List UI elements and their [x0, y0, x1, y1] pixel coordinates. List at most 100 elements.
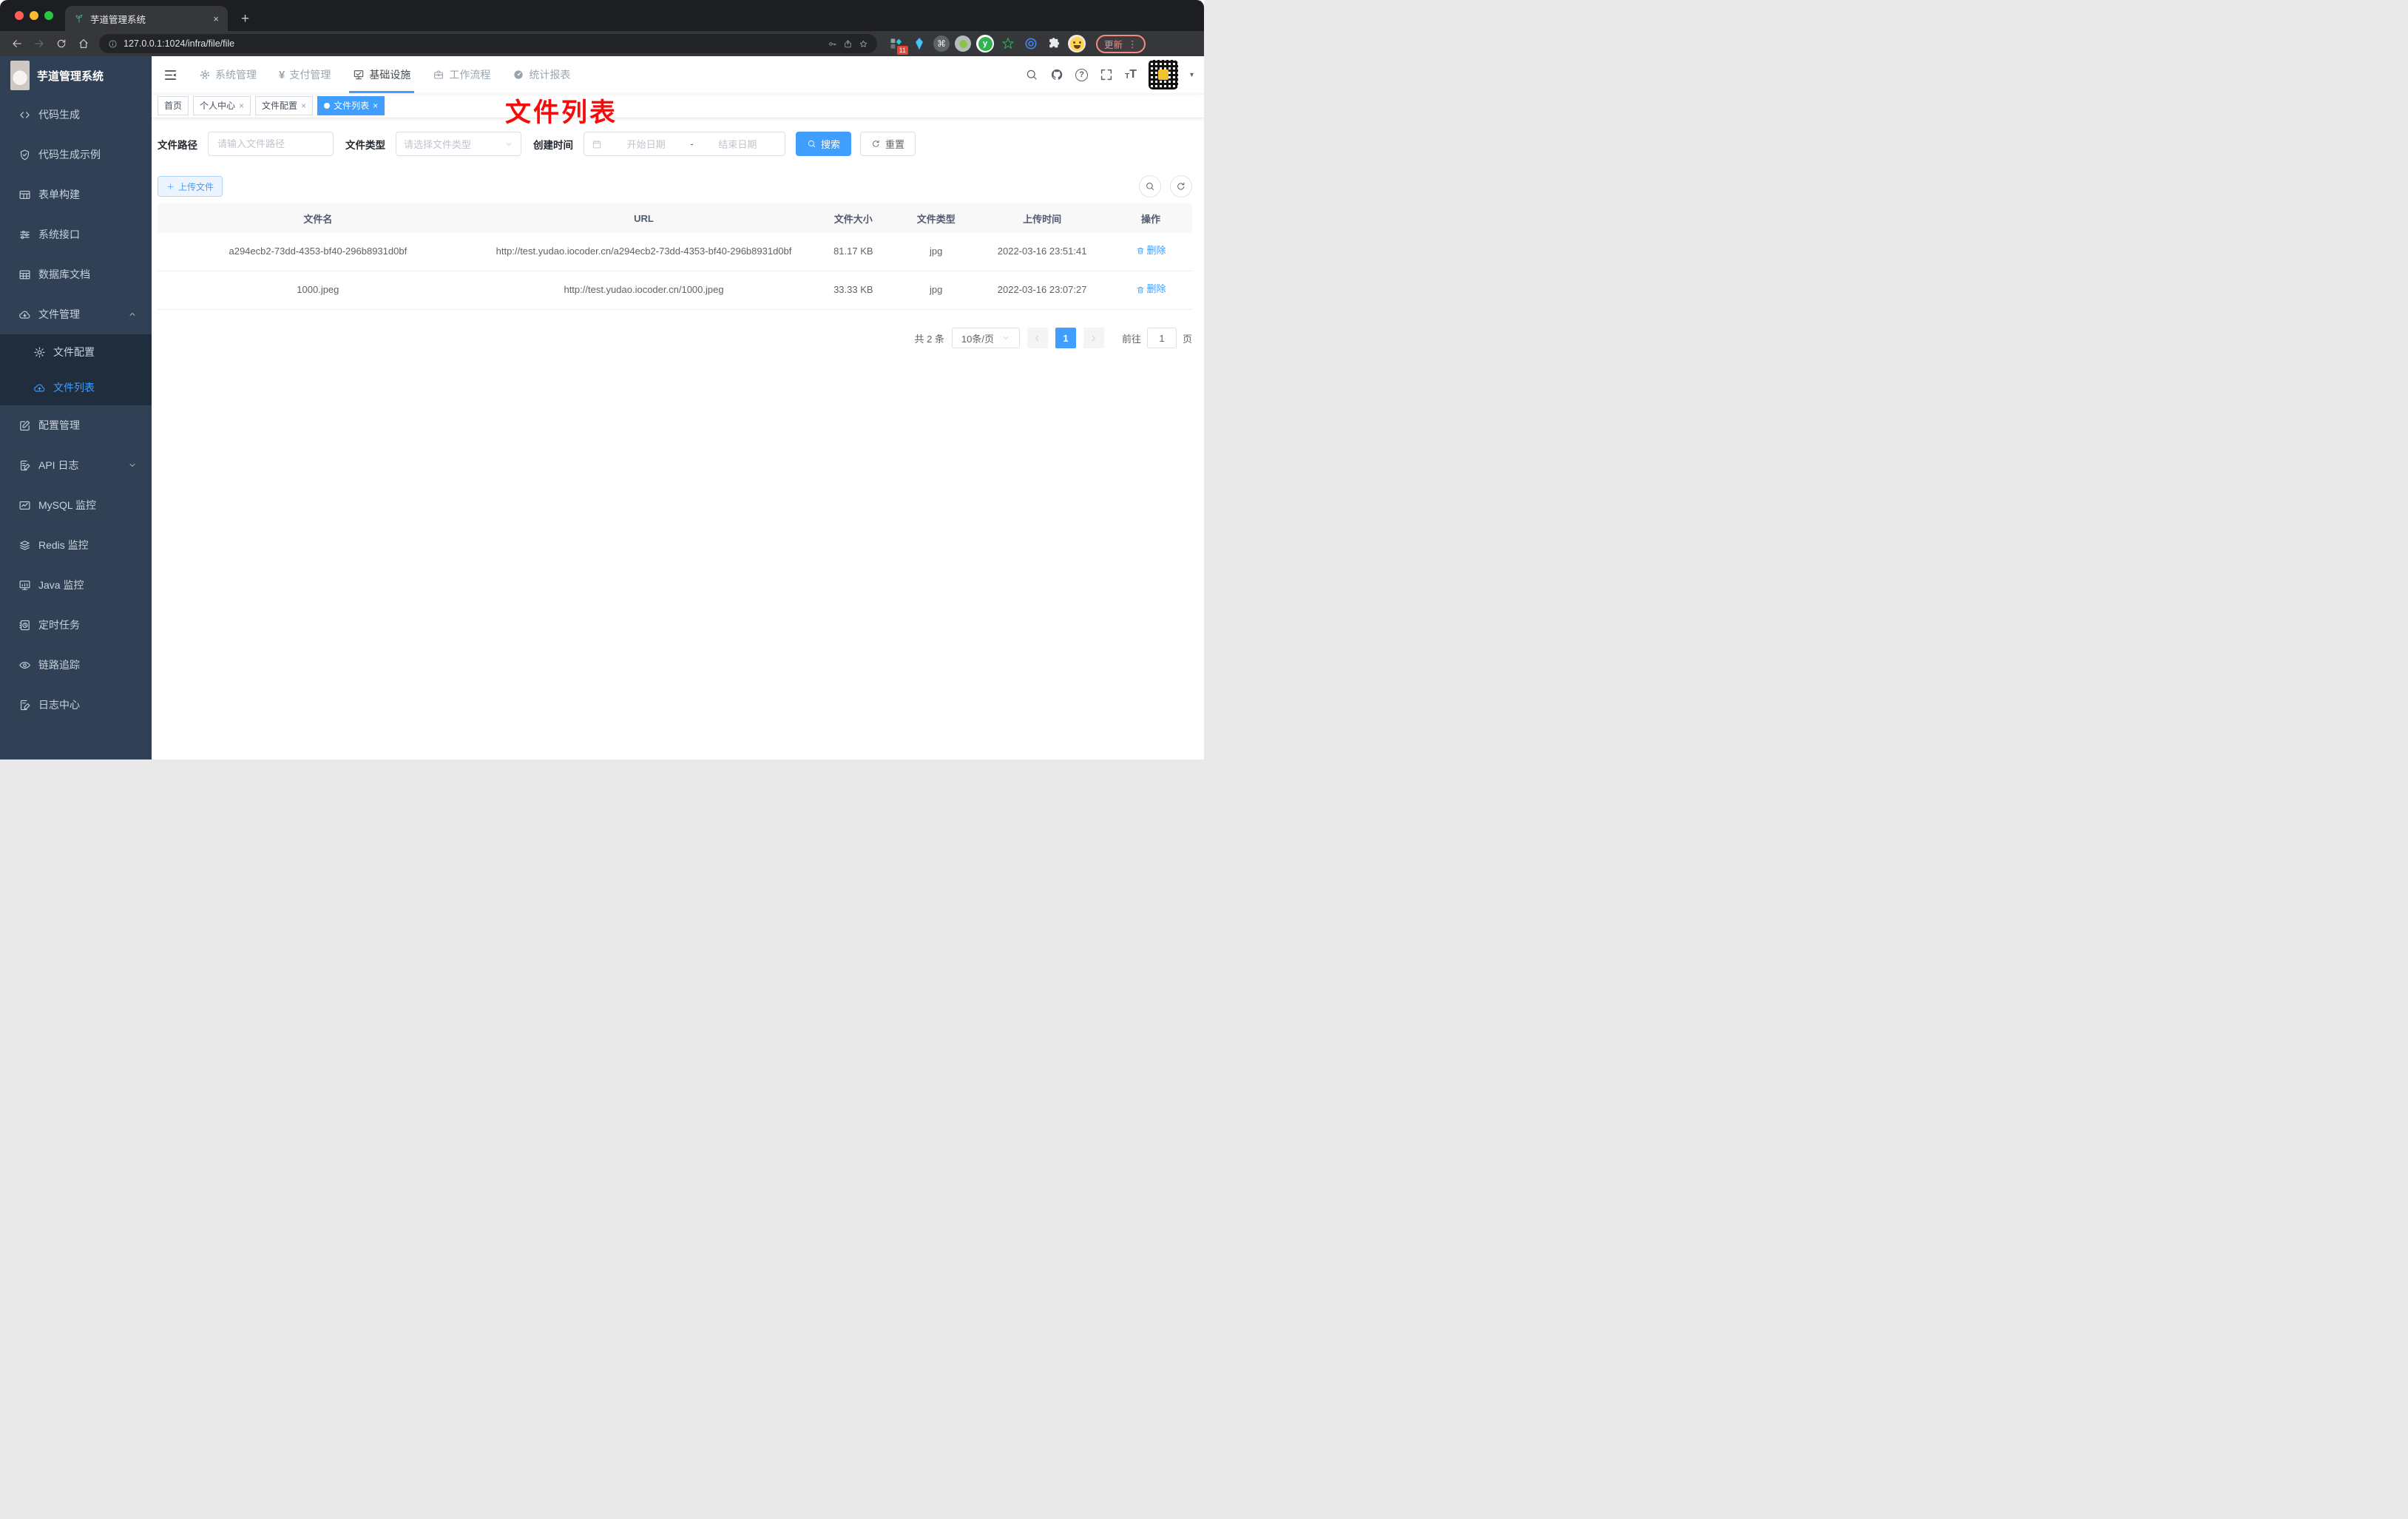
delete-link[interactable]: 删除 [1136, 281, 1166, 298]
new-tab-button[interactable]: + [241, 12, 249, 27]
sidebar-item-scheduled-tasks[interactable]: 定时任务 [0, 605, 152, 645]
zoom-window-button[interactable] [44, 11, 53, 20]
sidebar-item-log-center[interactable]: 日志中心 [0, 685, 152, 725]
sidebar-item-file-management[interactable]: 文件管理 [0, 294, 152, 334]
password-key-icon[interactable] [828, 39, 837, 49]
url-bar[interactable]: 127.0.0.1:1024/infra/file/file [99, 34, 877, 53]
reset-button[interactable]: 重置 [860, 132, 916, 156]
table-row: 1000.jpeg http://test.yudao.iocoder.cn/1… [158, 271, 1192, 311]
home-icon[interactable] [74, 34, 93, 53]
site-info-icon[interactable] [108, 39, 118, 49]
command-extension-icon[interactable]: ⌘ [933, 35, 950, 52]
cell-upload-time: 2022-03-16 23:07:27 [975, 271, 1110, 311]
upload-file-button[interactable]: 上传文件 [158, 176, 223, 197]
start-date-input[interactable]: 开始日期 [606, 137, 686, 151]
page-size-select[interactable]: 10条/页 [951, 328, 1020, 349]
sidebar-item-mysql-monitor[interactable]: MySQL 监控 [0, 485, 152, 525]
tag-close-icon[interactable]: × [239, 101, 244, 111]
refresh-table-button[interactable] [1170, 175, 1192, 197]
app-logo[interactable]: 芋道管理系统 [0, 56, 152, 95]
delete-link[interactable]: 删除 [1136, 243, 1166, 260]
filter-row: 文件路径 文件类型 请选择文件类型 创建时间 开始日期 - 结束日期 [158, 132, 1192, 156]
puzzle-extensions-menu-icon[interactable] [1045, 35, 1063, 53]
bookmark-star-icon[interactable] [859, 39, 868, 49]
sidebar-item-code-gen[interactable]: 代码生成 [0, 95, 152, 135]
share-icon[interactable] [843, 39, 853, 49]
col-url: URL [478, 203, 810, 233]
back-icon[interactable] [7, 34, 27, 53]
top-nav-system[interactable]: 系统管理 [188, 56, 268, 93]
sidebar-item-api-log[interactable]: API 日志 [0, 445, 152, 485]
file-management-submenu: 文件配置 文件列表 [0, 334, 152, 405]
prev-page-button[interactable] [1027, 328, 1048, 349]
sidebar-item-tracing[interactable]: 链路追踪 [0, 645, 152, 685]
goto-page-input[interactable] [1146, 328, 1177, 349]
cloud-upload-icon [33, 382, 46, 394]
tag-profile[interactable]: 个人中心 × [193, 95, 251, 115]
chevron-right-icon [1092, 335, 1096, 341]
tag-close-icon[interactable]: × [373, 101, 378, 111]
tag-file-config[interactable]: 文件配置 × [255, 95, 314, 115]
url-text[interactable]: 127.0.0.1:1024/infra/file/file [124, 38, 822, 49]
sidebar-item-config-management[interactable]: 配置管理 [0, 405, 152, 445]
sidebar-item-java-monitor[interactable]: Java 监控 [0, 565, 152, 605]
sidebar-item-code-gen-demo[interactable]: 代码生成示例 [0, 135, 152, 175]
font-size-icon[interactable]: TT [1125, 69, 1137, 81]
minimize-window-button[interactable] [30, 11, 38, 20]
tag-close-icon[interactable]: × [301, 101, 306, 111]
gem-extension-icon[interactable] [910, 35, 928, 53]
cell-url: http://test.yudao.iocoder.cn/a294ecb2-73… [478, 233, 810, 272]
emoji-profile-icon[interactable] [1068, 35, 1086, 53]
file-type-select[interactable]: 请选择文件类型 [396, 132, 521, 156]
tag-file-list[interactable]: 文件列表 × [317, 95, 385, 115]
search-icon[interactable] [1025, 68, 1038, 81]
github-icon[interactable] [1050, 68, 1063, 81]
infra-monitor-icon [354, 70, 364, 80]
close-window-button[interactable] [15, 11, 24, 20]
help-icon[interactable]: ? [1075, 68, 1089, 81]
yen-icon: ¥ [279, 69, 285, 81]
forward-icon[interactable] [30, 34, 49, 53]
fullscreen-icon[interactable] [1100, 68, 1113, 81]
avatar[interactable] [1148, 60, 1178, 89]
next-page-button[interactable] [1083, 328, 1104, 349]
top-nav-reports[interactable]: 统计报表 [501, 56, 581, 93]
sidebar-item-file-config[interactable]: 文件配置 [0, 334, 152, 370]
create-time-label: 创建时间 [533, 139, 573, 151]
top-nav-workflow[interactable]: 工作流程 [422, 56, 501, 93]
target-extension-icon[interactable] [1022, 35, 1040, 53]
file-path-input[interactable] [208, 132, 334, 156]
browser-tab[interactable]: 芋道管理系统 × [65, 6, 228, 31]
page-number-1[interactable]: 1 [1055, 328, 1076, 349]
trash-icon [1137, 248, 1143, 254]
show-search-toggle-button[interactable] [1139, 175, 1161, 197]
reload-icon[interactable] [52, 34, 71, 53]
sidebar-collapse-icon[interactable] [163, 68, 177, 82]
dot-extension-icon[interactable] [955, 35, 971, 52]
tag-home[interactable]: 首页 [158, 95, 189, 115]
file-path-input-field[interactable] [217, 138, 324, 149]
window-controls [15, 11, 53, 20]
search-button-icon [808, 141, 816, 148]
select-caret-icon [1003, 336, 1009, 340]
sidebar-item-redis-monitor[interactable]: Redis 监控 [0, 525, 152, 565]
browser-menu-dots-icon[interactable]: ⋮ [1128, 38, 1137, 50]
tiles-extension-icon[interactable]: 11 [887, 35, 908, 55]
top-nav-infrastructure[interactable]: 基础设施 [342, 56, 422, 93]
tab-title: 芋道管理系统 [90, 14, 146, 25]
avatar-caret-icon[interactable]: ▾ [1190, 71, 1194, 79]
star-extension-icon[interactable] [999, 35, 1017, 53]
sidebar-item-form-builder[interactable]: 表单构建 [0, 175, 152, 214]
sidebar-item-system-api[interactable]: 系统接口 [0, 214, 152, 254]
search-button[interactable]: 搜索 [796, 132, 852, 156]
sidebar-item-db-doc[interactable]: 数据库文档 [0, 254, 152, 294]
tab-close-icon[interactable]: × [213, 13, 219, 24]
chrome-update-button[interactable]: 更新 ⋮ [1096, 34, 1146, 53]
schedule-icon [18, 619, 31, 632]
sidebar-item-file-list[interactable]: 文件列表 [0, 370, 152, 405]
end-date-input[interactable]: 结束日期 [698, 137, 777, 151]
y-extension-icon[interactable]: y [976, 35, 994, 53]
top-nav-payment[interactable]: ¥ 支付管理 [268, 56, 342, 93]
date-range-picker[interactable]: 开始日期 - 结束日期 [584, 132, 785, 156]
extension-badge: 11 [896, 46, 908, 55]
